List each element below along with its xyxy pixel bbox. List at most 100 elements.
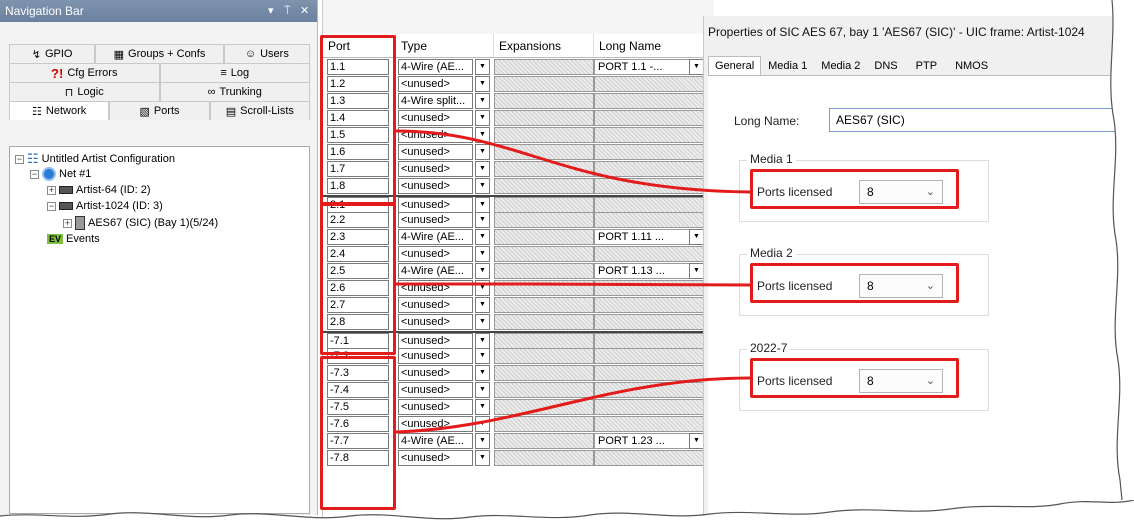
tab-dns[interactable]: DNS [867,56,904,76]
tree-node-artist-64[interactable]: + Artist-64 (ID: 2) [47,184,151,196]
type-cell[interactable]: 4-Wire (AE... [398,59,473,75]
tree-node-root[interactable]: − ☷ Untitled Artist Configuration [15,151,175,167]
tree-node-net[interactable]: − Net #1 [30,167,91,181]
type-dropdown-icon[interactable]: ▼ [475,348,490,364]
port-cell[interactable]: -7.8 [327,450,389,466]
tab-ptp[interactable]: PTP [909,56,944,76]
type-dropdown-icon[interactable]: ▼ [475,93,490,109]
type-dropdown-icon[interactable]: ▼ [475,382,490,398]
expand-icon[interactable]: + [63,218,72,228]
type-cell[interactable]: <unused> [398,110,473,126]
long-name-dropdown-icon[interactable]: ▼ [689,263,704,279]
port-cell[interactable]: 2.8 [327,314,389,330]
port-cell[interactable]: 2.4 [327,246,389,262]
type-dropdown-icon[interactable]: ▼ [475,229,490,245]
dropdown-icon[interactable]: ▾ [268,0,274,22]
column-header-type[interactable]: Type [396,34,494,58]
type-dropdown-icon[interactable]: ▼ [475,127,490,143]
type-cell[interactable]: <unused> [398,297,473,313]
column-header-port[interactable]: Port [323,34,396,58]
media-2-ports-licensed-select[interactable]: 8 ⌄ [859,274,943,298]
tab-media-2[interactable]: Media 2 [814,56,867,76]
type-dropdown-icon[interactable]: ▼ [475,314,490,330]
column-header-expansions[interactable]: Expansions [494,34,594,58]
type-cell[interactable]: <unused> [398,314,473,330]
type-cell[interactable]: <unused> [398,333,473,349]
type-dropdown-icon[interactable]: ▼ [475,416,490,432]
tree-node-events[interactable]: EV Events [47,233,100,245]
port-cell[interactable]: 2.3 [327,229,389,245]
expand-icon[interactable]: + [47,185,56,195]
type-cell[interactable]: <unused> [398,280,473,296]
collapse-icon[interactable]: − [30,169,39,179]
tab-nmos[interactable]: NMOS [948,56,995,76]
collapse-icon[interactable]: − [47,201,56,211]
port-cell[interactable]: -7.6 [327,416,389,432]
port-cell[interactable]: -7.3 [327,365,389,381]
port-cell[interactable]: -7.1 [327,333,389,349]
type-cell[interactable]: <unused> [398,382,473,398]
type-dropdown-icon[interactable]: ▼ [475,297,490,313]
tree-node-artist-1024[interactable]: − Artist-1024 (ID: 3) [47,200,163,212]
type-dropdown-icon[interactable]: ▼ [475,144,490,160]
long-name-input[interactable]: AES67 (SIC) [829,108,1134,132]
long-name-dropdown-icon[interactable]: ▼ [689,59,704,75]
port-cell[interactable]: 2.5 [327,263,389,279]
type-cell[interactable]: <unused> [398,76,473,92]
port-cell[interactable]: 2.2 [327,212,389,228]
long-name-cell[interactable]: PORT 1.11 ... ▼ [594,229,714,245]
port-cell[interactable]: 1.4 [327,110,389,126]
type-dropdown-icon[interactable]: ▼ [475,76,490,92]
type-cell[interactable]: <unused> [398,246,473,262]
tab-general[interactable]: General [708,56,762,76]
type-dropdown-icon[interactable]: ▼ [475,399,490,415]
port-cell[interactable]: -7.2 [327,348,389,364]
2022-7-ports-licensed-select[interactable]: 8 ⌄ [859,369,943,393]
type-cell[interactable]: <unused> [398,178,473,194]
port-cell[interactable]: 1.8 [327,178,389,194]
type-dropdown-icon[interactable]: ▼ [475,333,490,349]
type-dropdown-icon[interactable]: ▼ [475,365,490,381]
type-cell[interactable]: 4-Wire split... [398,93,473,109]
port-cell[interactable]: 1.2 [327,76,389,92]
tab-cfg-errors[interactable]: ?! Cfg Errors [9,63,160,82]
type-cell[interactable]: <unused> [398,416,473,432]
long-name-cell[interactable]: PORT 1.23 ... ▼ [594,433,714,449]
type-cell[interactable]: <unused> [398,197,473,213]
tab-gpio[interactable]: ↯ GPIO [9,44,96,63]
tab-users[interactable]: ☺ Users [223,44,310,63]
port-cell[interactable]: 1.1 [327,59,389,75]
tab-scroll-lists[interactable]: ▤ Scroll-Lists [209,101,310,120]
pin-icon[interactable]: ⍑ [284,0,291,22]
type-dropdown-icon[interactable]: ▼ [475,110,490,126]
port-cell[interactable]: -7.5 [327,399,389,415]
tab-network[interactable]: ☷ Network [9,101,110,120]
long-name-cell[interactable]: PORT 1.1 -... ▼ [594,59,714,75]
type-cell[interactable]: 4-Wire (AE... [398,433,473,449]
tab-media-1[interactable]: Media 1 [761,56,814,76]
close-icon[interactable]: ✕ [300,0,309,22]
port-cell[interactable]: 1.6 [327,144,389,160]
type-dropdown-icon[interactable]: ▼ [475,212,490,228]
type-dropdown-icon[interactable]: ▼ [475,433,490,449]
type-cell[interactable]: <unused> [398,144,473,160]
type-dropdown-icon[interactable]: ▼ [475,178,490,194]
type-cell[interactable]: <unused> [398,212,473,228]
type-cell[interactable]: <unused> [398,450,473,466]
long-name-cell[interactable]: PORT 1.13 ... ▼ [594,263,714,279]
type-dropdown-icon[interactable]: ▼ [475,197,490,213]
type-dropdown-icon[interactable]: ▼ [475,263,490,279]
port-cell[interactable]: 2.6 [327,280,389,296]
port-cell[interactable]: 1.5 [327,127,389,143]
media-1-ports-licensed-select[interactable]: 8 ⌄ [859,180,943,204]
port-cell[interactable]: 1.3 [327,93,389,109]
port-cell[interactable]: -7.4 [327,382,389,398]
type-cell[interactable]: <unused> [398,161,473,177]
long-name-dropdown-icon[interactable]: ▼ [689,433,704,449]
tab-trunking[interactable]: ∞ Trunking [159,82,310,101]
tab-log[interactable]: ≡ Log [159,63,310,82]
port-cell[interactable]: 2.7 [327,297,389,313]
long-name-dropdown-icon[interactable]: ▼ [689,229,704,245]
type-cell[interactable]: <unused> [398,348,473,364]
port-cell[interactable]: 2.1 [327,197,389,213]
